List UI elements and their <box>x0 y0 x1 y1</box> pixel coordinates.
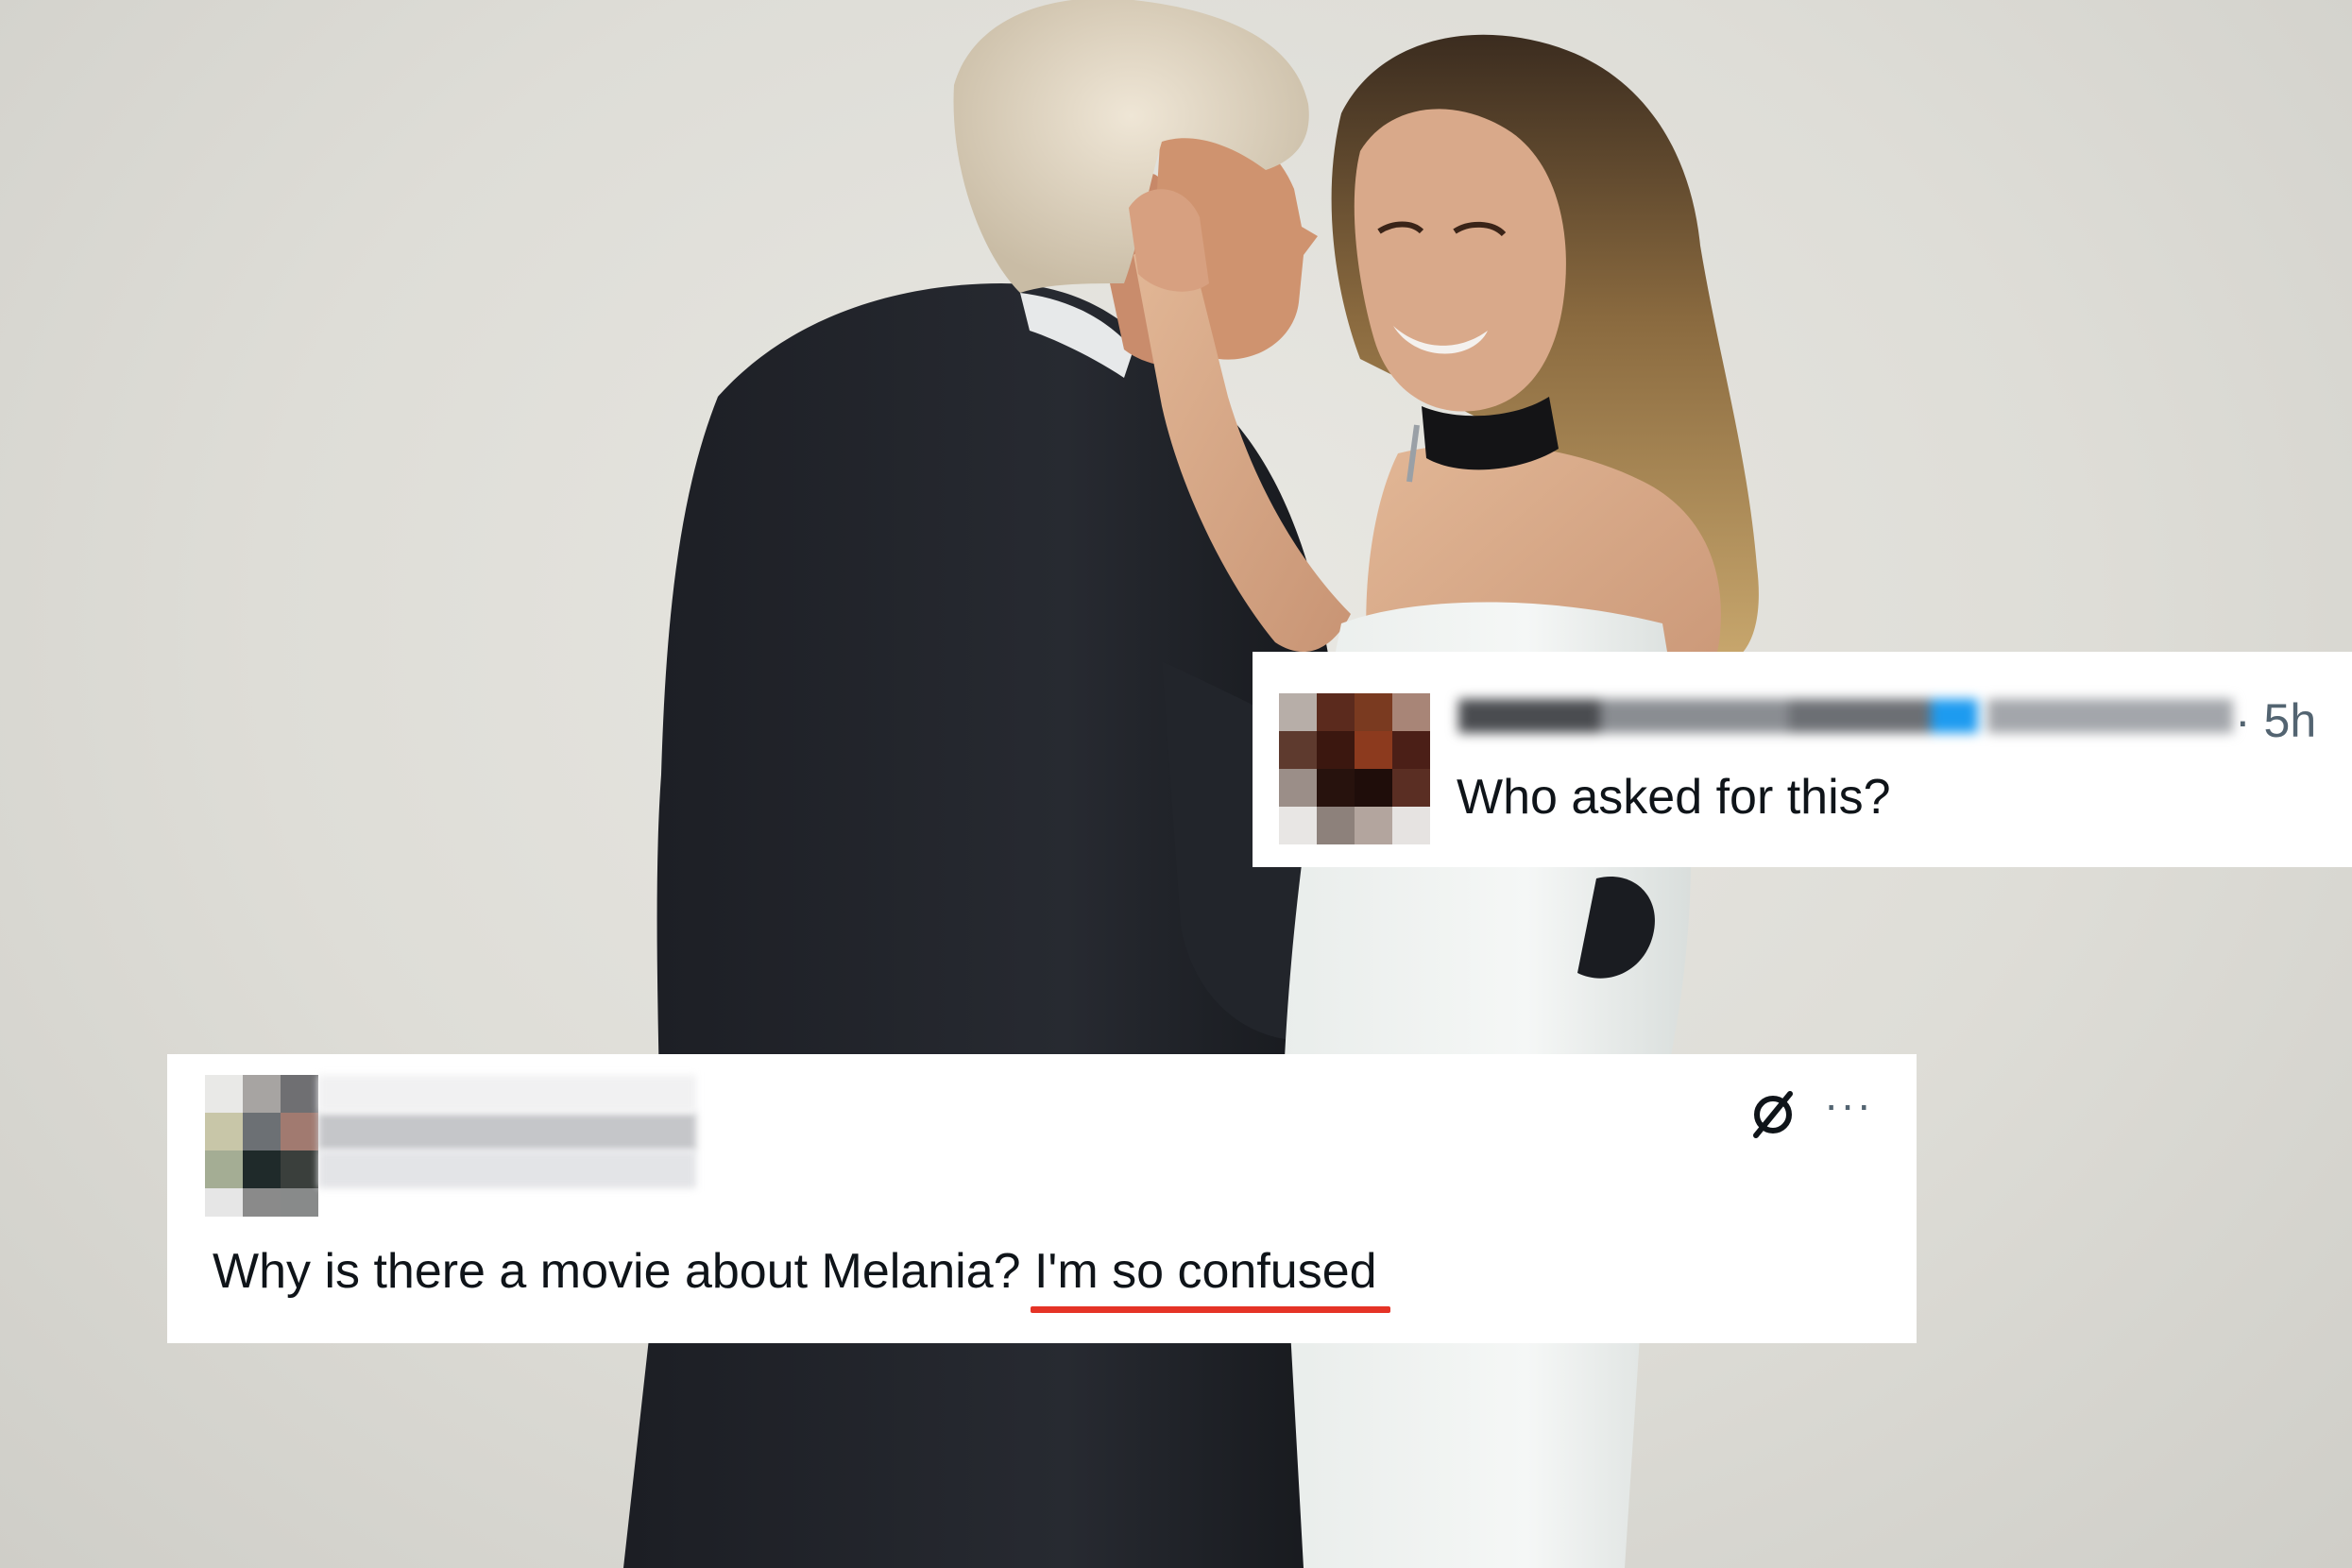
reply-text: Why is there a movie about Melania? I'm … <box>213 1243 1390 1313</box>
reply-card-top[interactable]: · 5h Who asked for this? <box>1253 652 2352 867</box>
reply-text-lead: Why is there a movie about Melania? <box>213 1244 1034 1299</box>
timestamp[interactable]: · 5h <box>2235 693 2316 748</box>
blurred-username[interactable] <box>1458 690 2233 744</box>
photo-scene: · 5h Who asked for this? ··· Why is ther… <box>0 0 2352 1568</box>
reply-card-bottom[interactable]: ··· Why is there a movie about Melania? … <box>167 1054 1917 1343</box>
blurred-user-header[interactable] <box>205 1075 696 1217</box>
reply-text-highlight: I'm so confused <box>1030 1243 1390 1313</box>
pixelated-avatar[interactable] <box>1279 693 1430 844</box>
reply-text: Who asked for this? <box>1457 770 1891 825</box>
red-underline <box>1030 1306 1390 1313</box>
highlight-text: I'm so confused <box>1033 1244 1377 1299</box>
more-options-icon[interactable]: ··· <box>1824 1082 1873 1126</box>
verified-badge-icon <box>1931 699 1978 733</box>
slashed-circle-icon[interactable] <box>1747 1086 1799 1139</box>
